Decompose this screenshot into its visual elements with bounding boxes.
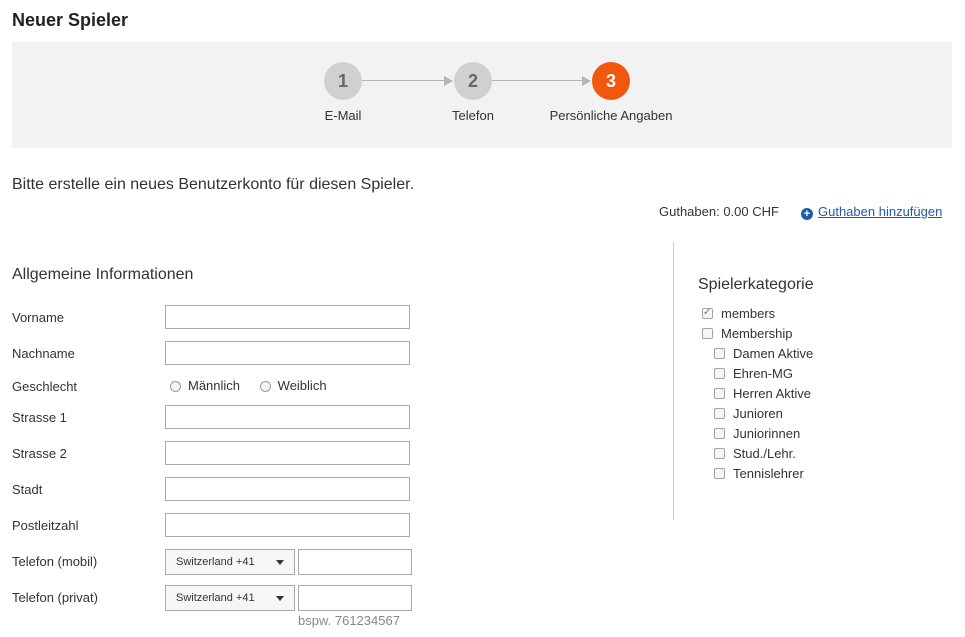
balance-text: Guthaben: 0.00 CHF [659,204,779,219]
step-1-circle: 1 [324,62,362,100]
category-checkbox[interactable] [714,428,725,439]
gender-label: Geschlecht [12,379,78,394]
country-select-value: Switzerland +41 [176,556,255,568]
category-label: members [721,306,776,321]
gender-male-radio[interactable] [170,381,181,392]
category-label: Stud./Lehr. [733,446,796,461]
street1-input[interactable] [165,405,410,429]
gender-male-label: Männlich [188,378,241,393]
column-divider [673,242,674,520]
street2-label: Strasse 2 [12,446,67,461]
add-credit-label: Guthaben hinzufügen [818,204,943,219]
phone-mobile-label: Telefon (mobil) [12,554,98,569]
add-credit-link[interactable]: + Guthaben hinzufügen [801,204,942,220]
category-checkbox[interactable] [714,388,725,399]
category-item-stud-lehr[interactable]: Stud./Lehr. [714,446,796,461]
first-name-label: Vorname [12,310,65,325]
category-item-tennislehrer[interactable]: Tennislehrer [714,466,804,481]
step-2-label: Telefon [452,108,494,123]
category-item-juniorinnen[interactable]: Juniorinnen [714,426,800,441]
city-input[interactable] [165,477,410,501]
phone-mobile-input[interactable] [298,549,412,575]
phone-mobile-country-select[interactable]: Switzerland +41 [165,549,295,575]
general-info-heading: Allgemeine Informationen [12,266,194,283]
phone-private-country-select[interactable]: Switzerland +41 [165,585,295,611]
category-checkbox[interactable] [714,348,725,359]
last-name-input[interactable] [165,341,410,365]
phone-hint: bspw. 761234567 [298,613,400,628]
street2-input[interactable] [165,441,410,465]
step-3-label: Persönliche Angaben [549,108,673,123]
plus-circle-icon: + [801,208,813,220]
zip-label: Postleitzahl [12,518,79,533]
gender-female-radio[interactable] [259,381,271,392]
zip-input[interactable] [165,513,410,537]
step-2-circle: 2 [454,62,492,100]
arrow-right-icon [444,76,453,86]
category-label: Juniorinnen [733,426,801,441]
category-item-membership[interactable]: Membership [702,326,793,341]
category-checkbox[interactable] [714,408,725,419]
category-label: Tennislehrer [733,466,804,481]
category-checkbox[interactable] [702,306,713,320]
player-category-heading: Spielerkategorie [698,276,814,293]
progress-stepper: 1 2 3 E-Mail Telefon Persönliche Angaben [12,42,952,148]
category-label: Junioren [733,406,783,421]
category-item-ehren-mg[interactable]: Ehren-MG [714,366,793,381]
category-item-members[interactable]: members [702,306,775,321]
country-select-value: Switzerland +41 [176,592,255,604]
caret-down-icon [276,560,284,565]
category-checkbox[interactable] [714,368,725,379]
category-checkbox[interactable] [702,328,713,339]
category-label: Ehren-MG [733,366,793,381]
phone-private-input[interactable] [298,585,412,611]
step-connector [492,80,584,81]
category-label: Damen Aktive [733,346,814,361]
last-name-label: Nachname [12,346,75,361]
street1-label: Strasse 1 [12,410,67,425]
city-label: Stadt [12,482,43,497]
category-item-herren-aktive[interactable]: Herren Aktive [714,386,811,401]
page-title: Neuer Spieler [12,10,129,30]
step-3-circle: 3 [592,62,630,100]
category-item-damen-aktive[interactable]: Damen Aktive [714,346,813,361]
category-label: Membership [721,326,793,341]
step-connector [362,80,446,81]
caret-down-icon [276,596,284,601]
category-label: Herren Aktive [733,386,812,401]
gender-radio-group: Männlich Weiblich [170,378,343,393]
category-checkbox[interactable] [714,468,725,479]
phone-private-label: Telefon (privat) [12,590,98,605]
category-item-junioren[interactable]: Junioren [714,406,783,421]
step-1-label: E-Mail [324,108,362,123]
arrow-right-icon [582,76,591,86]
category-checkbox[interactable] [714,448,725,459]
intro-text: Bitte erstelle ein neues Benutzerkonto f… [12,176,415,193]
gender-female-label: Weiblich [277,378,327,393]
first-name-input[interactable] [165,305,410,329]
